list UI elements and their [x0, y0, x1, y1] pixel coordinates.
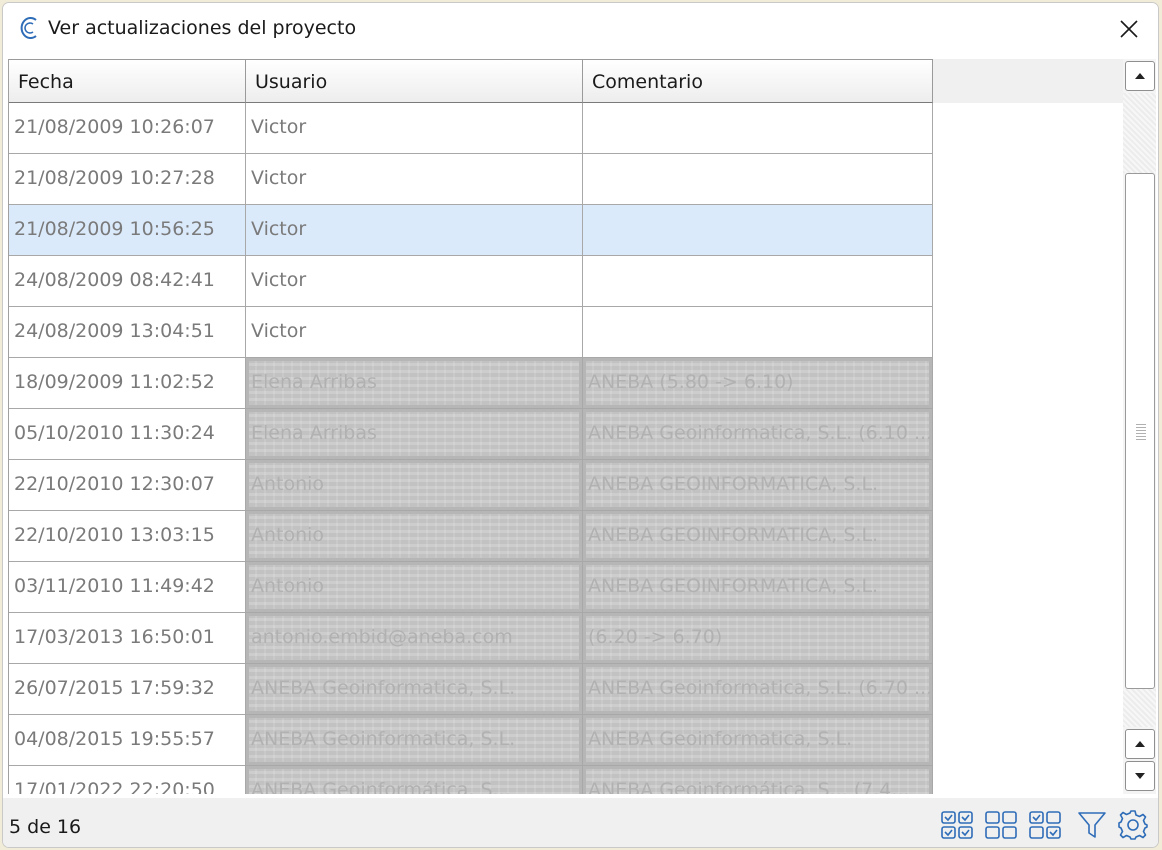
- deselect-all-icon: [985, 811, 1017, 839]
- deselect-all-button[interactable]: [983, 808, 1019, 842]
- column-header-usuario[interactable]: Usuario: [246, 59, 583, 103]
- c-logo-icon: [19, 15, 41, 41]
- select-all-icon: [941, 811, 973, 839]
- updates-grid: Fecha Usuario Comentario 21/08/2009 10:2…: [8, 59, 1124, 794]
- record-position: 5 de 16: [9, 816, 82, 838]
- filter-icon: [1078, 812, 1106, 838]
- grip-icon: [1136, 422, 1146, 440]
- cell-comentario[interactable]: ANEBA Geoinformatica, S.L. (6.70 ...: [583, 664, 933, 715]
- column-header-row: Fecha Usuario Comentario: [9, 59, 934, 103]
- cell-comentario[interactable]: ANEBA Geoinformatica, S.L. (6.10 ...: [583, 409, 933, 460]
- arrow-down-icon: [1135, 773, 1145, 779]
- column-header-comentario[interactable]: Comentario: [583, 59, 933, 103]
- select-all-button[interactable]: [939, 808, 975, 842]
- cell-fecha[interactable]: 18/09/2009 11:02:52: [9, 358, 246, 409]
- table-row[interactable]: 26/07/2015 17:59:32 ANEBA Geoinformatica,…: [9, 664, 934, 715]
- cell-comentario[interactable]: [583, 154, 933, 205]
- table-row[interactable]: 05/10/2010 11:30:24 Elena Arribas ANEBA Ge…: [9, 409, 934, 460]
- cell-comentario[interactable]: [583, 103, 933, 154]
- table-row[interactable]: 03/11/2010 11:49:42 Antonio ANEBA GEOINFOR…: [9, 562, 934, 613]
- invert-selection-button[interactable]: [1027, 808, 1063, 842]
- scroll-down-button[interactable]: [1125, 761, 1155, 791]
- dialog-window: Ver actualizaciones del proyecto Fecha U…: [2, 2, 1159, 848]
- cell-fecha[interactable]: 17/03/2013 16:50:01: [9, 613, 246, 664]
- close-icon: [1120, 20, 1138, 38]
- cell-comentario[interactable]: [583, 205, 933, 256]
- table-row[interactable]: 04/08/2015 19:55:57 ANEBA Geoinformatica,…: [9, 715, 934, 766]
- arrow-up-icon: [1135, 73, 1145, 79]
- cell-fecha[interactable]: 26/07/2015 17:59:32: [9, 664, 246, 715]
- grid-frame: Fecha Usuario Comentario 21/08/2009 10:2…: [8, 59, 933, 794]
- cell-fecha[interactable]: 17/01/2022 22:20:50: [9, 766, 246, 794]
- cell-comentario[interactable]: ANEBA GEOINFORMATICA, S.L.: [583, 562, 933, 613]
- table-row[interactable]: 24/08/2009 13:04:51 Victor: [9, 307, 934, 358]
- cell-comentario[interactable]: [583, 307, 933, 358]
- cell-usuario[interactable]: Victor: [246, 205, 583, 256]
- cell-usuario[interactable]: ANEBA Geoinformatica, S.L.: [246, 715, 583, 766]
- cell-usuario[interactable]: ANEBA Geoinformática, S...: [246, 766, 583, 794]
- cell-fecha[interactable]: 21/08/2009 10:27:28: [9, 154, 246, 205]
- cell-fecha[interactable]: 24/08/2009 13:04:51: [9, 307, 246, 358]
- cell-usuario[interactable]: Victor: [246, 154, 583, 205]
- cell-comentario[interactable]: [583, 256, 933, 307]
- column-header-fecha[interactable]: Fecha: [9, 59, 246, 103]
- table-row[interactable]: 22/10/2010 12:30:07 Antonio ANEBA GEOINFOR…: [9, 460, 934, 511]
- scroll-thumb[interactable]: [1125, 173, 1155, 689]
- cell-usuario[interactable]: Victor: [246, 103, 583, 154]
- table-row[interactable]: 24/08/2009 08:42:41 Victor: [9, 256, 934, 307]
- cell-fecha[interactable]: 05/10/2010 11:30:24: [9, 409, 246, 460]
- table-row[interactable]: 22/10/2010 13:03:15 Antonio ANEBA GEOINFOR…: [9, 511, 934, 562]
- settings-icon: [1118, 810, 1148, 840]
- title-bar: Ver actualizaciones del proyecto: [3, 3, 1158, 55]
- cell-usuario[interactable]: Victor: [246, 256, 583, 307]
- cell-usuario[interactable]: Victor: [246, 307, 583, 358]
- cell-usuario[interactable]: Elena Arribas: [246, 358, 583, 409]
- status-bar: 5 de 16: [3, 798, 1158, 847]
- table-row[interactable]: 17/03/2013 16:50:01 antonio.embid@aneba.c…: [9, 613, 934, 664]
- table-body: 21/08/2009 10:26:07 Victor 21/08/2009 10:2…: [9, 103, 934, 794]
- header-filler: [933, 59, 1124, 103]
- window-title: Ver actualizaciones del proyecto: [48, 17, 357, 39]
- cell-fecha[interactable]: 22/10/2010 13:03:15: [9, 511, 246, 562]
- table-row[interactable]: 21/08/2009 10:56:25 Victor: [9, 205, 934, 256]
- filter-button[interactable]: [1074, 808, 1110, 842]
- cell-fecha[interactable]: 22/10/2010 12:30:07: [9, 460, 246, 511]
- cell-comentario[interactable]: ANEBA Geoinformática, S... (7.4...: [583, 766, 933, 794]
- cell-usuario[interactable]: antonio.embid@aneba.com: [246, 613, 583, 664]
- cell-comentario[interactable]: (6.20 -> 6.70): [583, 613, 933, 664]
- cell-fecha[interactable]: 03/11/2010 11:49:42: [9, 562, 246, 613]
- scroll-track-upper[interactable]: [1123, 93, 1156, 173]
- vertical-scrollbar[interactable]: [1123, 59, 1156, 794]
- cell-usuario[interactable]: Elena Arribas: [246, 409, 583, 460]
- settings-button[interactable]: [1115, 808, 1151, 842]
- table-row[interactable]: 18/09/2009 11:02:52 Elena Arribas ANEBA (5…: [9, 358, 934, 409]
- close-button[interactable]: [1108, 9, 1150, 49]
- cell-fecha[interactable]: 21/08/2009 10:26:07: [9, 103, 246, 154]
- cell-usuario[interactable]: Antonio: [246, 460, 583, 511]
- arrow-up-icon: [1135, 741, 1145, 747]
- cell-usuario[interactable]: ANEBA Geoinformatica, S.L.: [246, 664, 583, 715]
- page-up-button[interactable]: [1125, 729, 1155, 759]
- table-row[interactable]: 17/01/2022 22:20:50 ANEBA Geoinformática,…: [9, 766, 934, 794]
- cell-comentario[interactable]: ANEBA GEOINFORMATICA, S.L.: [583, 460, 933, 511]
- scroll-track-lower[interactable]: [1123, 689, 1156, 727]
- cell-fecha[interactable]: 04/08/2015 19:55:57: [9, 715, 246, 766]
- invert-selection-icon: [1029, 811, 1061, 839]
- cell-usuario[interactable]: Antonio: [246, 562, 583, 613]
- table-row[interactable]: 21/08/2009 10:26:07 Victor: [9, 103, 934, 154]
- cell-fecha[interactable]: 24/08/2009 08:42:41: [9, 256, 246, 307]
- cell-usuario[interactable]: Antonio: [246, 511, 583, 562]
- table-row[interactable]: 21/08/2009 10:27:28 Victor: [9, 154, 934, 205]
- cell-comentario[interactable]: ANEBA (5.80 -> 6.10): [583, 358, 933, 409]
- cell-comentario[interactable]: ANEBA Geoinformatica, S.L.: [583, 715, 933, 766]
- cell-fecha[interactable]: 21/08/2009 10:56:25: [9, 205, 246, 256]
- scroll-up-button[interactable]: [1125, 61, 1155, 91]
- cell-comentario[interactable]: ANEBA GEOINFORMATICA, S.L.: [583, 511, 933, 562]
